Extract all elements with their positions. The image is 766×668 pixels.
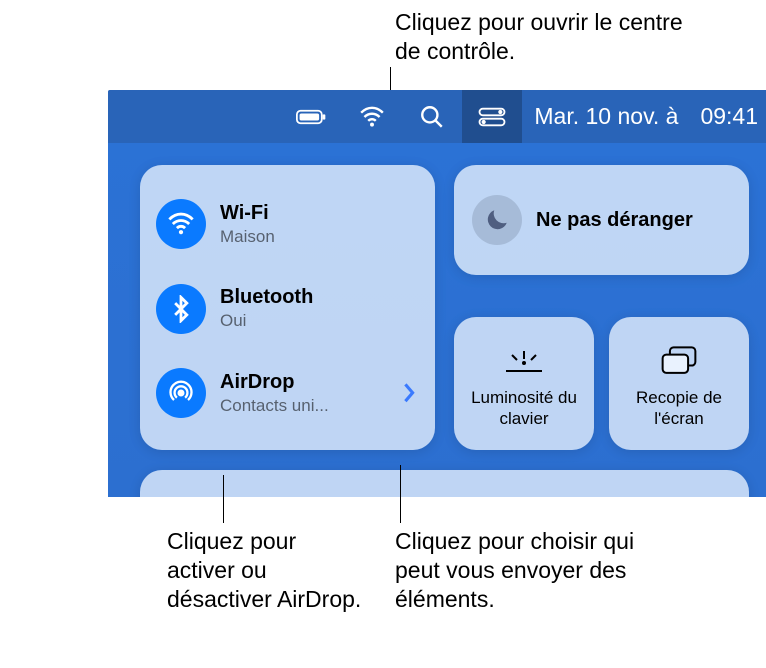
wifi-network-name: Maison xyxy=(220,227,275,247)
bluetooth-icon xyxy=(156,284,206,334)
wifi-icon xyxy=(156,199,206,249)
callout-line-br xyxy=(400,465,401,523)
callout-line-bl xyxy=(223,475,224,523)
wifi-toggle[interactable]: Wi-Fi Maison xyxy=(156,183,425,265)
moon-icon xyxy=(472,195,522,245)
network-card: Wi-Fi Maison Bluetooth Oui xyxy=(140,165,435,450)
bluetooth-status: Oui xyxy=(220,311,313,331)
menubar-time[interactable]: 09:41 xyxy=(700,103,758,130)
battery-icon[interactable] xyxy=(282,101,342,133)
screen-mirroring-label: Recopie de l'écran xyxy=(609,388,749,429)
bluetooth-toggle[interactable]: Bluetooth Oui xyxy=(156,268,425,350)
keyboard-brightness-label: Luminosité du clavier xyxy=(454,388,594,429)
menubar: Mar. 10 nov. à 09:41 xyxy=(108,90,766,143)
airdrop-toggle[interactable]: AirDrop Contacts uni... xyxy=(156,352,425,434)
callout-text-airdrop-toggle: Cliquez pour activer ou désactiver AirDr… xyxy=(167,527,367,613)
airdrop-icon xyxy=(156,368,206,418)
keyboard-brightness-icon xyxy=(502,338,546,384)
menubar-date[interactable]: Mar. 10 nov. à xyxy=(534,103,678,130)
keyboard-brightness-button[interactable]: Luminosité du clavier xyxy=(454,317,594,450)
callout-text-open-cc: Cliquez pour ouvrir le centre de contrôl… xyxy=(395,8,695,66)
callout-text-airdrop-choose: Cliquez pour choisir qui peut vous envoy… xyxy=(395,527,675,613)
screen-mirroring-button[interactable]: Recopie de l'écran xyxy=(609,317,749,450)
bluetooth-label: Bluetooth xyxy=(220,286,313,309)
spotlight-icon[interactable] xyxy=(402,104,462,130)
screenshot-frame: Mar. 10 nov. à 09:41 Wi-Fi Maison xyxy=(108,90,766,497)
chevron-right-icon[interactable] xyxy=(401,381,417,405)
wifi-label: Wi-Fi xyxy=(220,202,275,225)
control-center-menubar-icon[interactable] xyxy=(462,90,522,143)
do-not-disturb-toggle[interactable]: Ne pas déranger xyxy=(454,165,749,275)
display-card-partial xyxy=(140,470,749,497)
airdrop-label: AirDrop xyxy=(220,371,329,394)
dnd-label: Ne pas déranger xyxy=(536,208,693,232)
control-center-panel: Wi-Fi Maison Bluetooth Oui xyxy=(140,165,766,497)
wifi-menubar-icon[interactable] xyxy=(342,104,402,130)
screen-mirroring-icon xyxy=(659,338,699,384)
airdrop-status: Contacts uni... xyxy=(220,396,329,416)
